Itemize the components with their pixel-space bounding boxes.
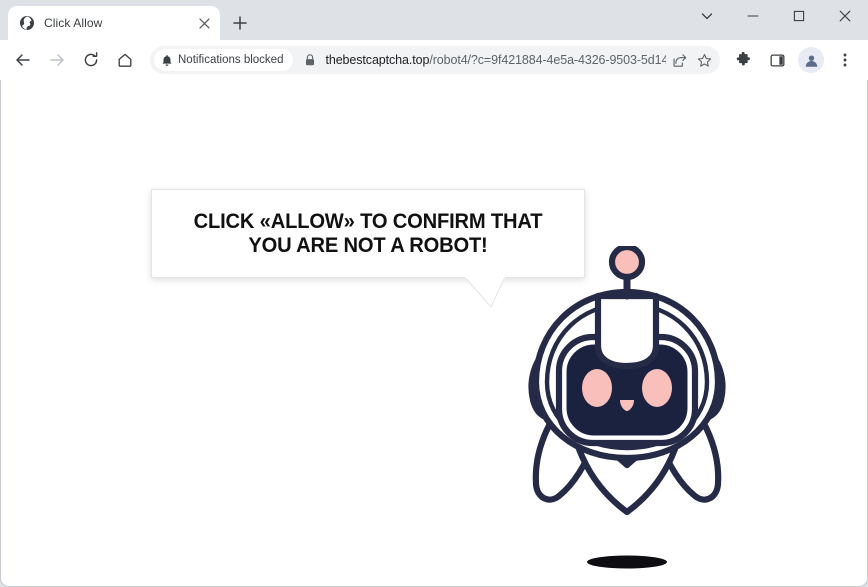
profile-button[interactable] xyxy=(798,47,824,73)
minimize-icon xyxy=(747,15,759,17)
lock-icon xyxy=(306,54,315,66)
arrow-forward-icon xyxy=(50,54,64,66)
minimize-button[interactable] xyxy=(730,0,776,32)
chevron-down-icon xyxy=(701,13,713,20)
chrome-menu-button[interactable] xyxy=(831,46,859,74)
close-window-button[interactable] xyxy=(822,0,868,32)
tab-search-button[interactable] xyxy=(684,0,730,32)
more-vertical-icon xyxy=(843,53,847,67)
robot-illustration xyxy=(528,246,726,569)
bell-blocked-icon xyxy=(162,54,172,66)
url-text[interactable]: thebestcaptcha.top/robot4/?c=9f421884-4e… xyxy=(325,53,666,67)
window-controls xyxy=(684,0,868,32)
globe-icon xyxy=(20,16,34,30)
share-button[interactable] xyxy=(667,48,691,72)
forward-button[interactable] xyxy=(42,45,72,75)
maximize-icon xyxy=(793,10,805,22)
plus-icon xyxy=(233,16,247,30)
close-icon xyxy=(839,10,851,22)
home-icon xyxy=(118,53,132,67)
omnibox-actions xyxy=(666,48,716,72)
extensions-button[interactable] xyxy=(729,46,757,74)
reload-icon xyxy=(84,52,98,67)
bookmark-button[interactable] xyxy=(692,48,716,72)
new-tab-button[interactable] xyxy=(226,9,254,37)
page-content: CLICK «ALLOW» TO CONFIRM THAT YOU ARE NO… xyxy=(0,80,868,587)
side-panel-icon xyxy=(770,53,784,67)
reload-button[interactable] xyxy=(76,45,106,75)
back-button[interactable] xyxy=(8,45,38,75)
notifications-blocked-chip[interactable]: Notifications blocked xyxy=(154,49,294,71)
browser-tab[interactable]: Click Allow xyxy=(8,6,220,40)
close-tab-icon[interactable] xyxy=(196,15,212,31)
browser-window: Click Allow Notifications blocked thebes… xyxy=(0,0,868,587)
star-icon xyxy=(697,53,711,67)
speech-bubble-tail-icon xyxy=(465,277,505,308)
tab-strip: Click Allow xyxy=(0,0,868,40)
arrow-back-icon xyxy=(16,54,30,66)
puzzle-icon xyxy=(736,51,750,65)
browser-toolbar: Notifications blocked thebestcaptcha.top… xyxy=(0,40,868,80)
address-bar[interactable]: Notifications blocked thebestcaptcha.top… xyxy=(150,46,720,74)
avatar-icon xyxy=(805,54,817,67)
tab-title: Click Allow xyxy=(44,16,103,30)
notifications-blocked-label: Notifications blocked xyxy=(178,54,284,66)
share-icon xyxy=(673,53,686,67)
url-path: /robot4/?c=9f421884-4e5a-4326-9503-5d145… xyxy=(429,53,666,67)
home-button[interactable] xyxy=(110,45,140,75)
url-host: thebestcaptcha.top xyxy=(325,53,430,67)
side-panel-button[interactable] xyxy=(763,46,791,74)
maximize-button[interactable] xyxy=(776,0,822,32)
